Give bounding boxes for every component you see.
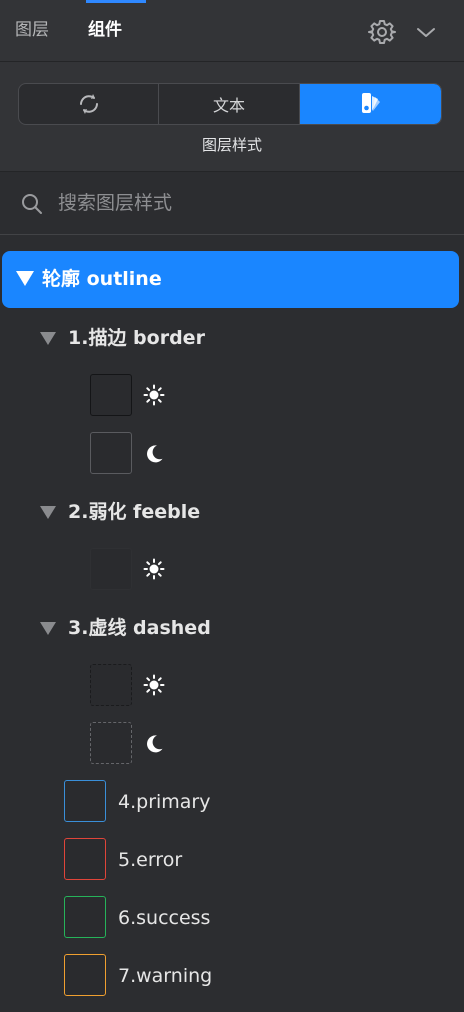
- chevron-down-icon[interactable]: [414, 20, 438, 44]
- style-item-primary[interactable]: 4.primary: [118, 790, 211, 814]
- style-swatch-border-light[interactable]: [90, 374, 132, 416]
- tab-layers[interactable]: 图层: [15, 18, 49, 42]
- tree-group-label: 2.弱化 feeble: [68, 501, 201, 523]
- tree-root-label: 轮廓 outline: [42, 268, 162, 290]
- segment-text[interactable]: 文本: [159, 84, 300, 124]
- style-swatch-success[interactable]: [64, 896, 106, 938]
- tree-root-outline[interactable]: 轮廓 outline: [2, 251, 459, 308]
- sun-icon: [143, 674, 165, 696]
- sun-icon: [143, 558, 165, 580]
- style-swatch-border-dark[interactable]: [90, 432, 132, 474]
- style-swatch-feeble-light[interactable]: [90, 548, 132, 590]
- panel-header: 图层 组件: [0, 0, 464, 62]
- search-bar: [0, 172, 464, 235]
- expand-triangle-icon[interactable]: [40, 622, 56, 635]
- moon-icon: [147, 445, 163, 463]
- expand-triangle-icon[interactable]: [16, 271, 34, 286]
- style-swatch-dashed-light[interactable]: [90, 664, 132, 706]
- tab-components[interactable]: 组件: [88, 18, 122, 42]
- active-tab-indicator: [86, 0, 146, 3]
- style-swatch-primary[interactable]: [64, 780, 106, 822]
- style-swatch-warning[interactable]: [64, 954, 106, 996]
- segment-text-label: 文本: [212, 96, 245, 115]
- style-mode-area: 文本 图层样式: [0, 62, 464, 172]
- tree-group-label: 1.描边 border: [68, 327, 205, 349]
- style-item-success[interactable]: 6.success: [118, 906, 210, 930]
- sun-icon: [143, 384, 165, 406]
- style-item-error[interactable]: 5.error: [118, 848, 182, 872]
- layer-style-icon: [361, 93, 380, 113]
- sync-icon: [79, 94, 98, 114]
- mode-segmented-control: 文本: [18, 83, 442, 125]
- mode-caption: 图层样式: [201, 136, 262, 154]
- expand-triangle-icon[interactable]: [40, 506, 56, 519]
- style-item-warning[interactable]: 7.warning: [118, 964, 212, 988]
- moon-icon: [147, 735, 163, 753]
- segment-layer-style[interactable]: [300, 84, 441, 124]
- segment-sync[interactable]: [19, 84, 159, 124]
- search-input[interactable]: [58, 186, 448, 220]
- style-swatch-dashed-dark[interactable]: [90, 722, 132, 764]
- search-icon: [22, 194, 42, 214]
- gear-icon[interactable]: [368, 18, 396, 46]
- expand-triangle-icon[interactable]: [40, 332, 56, 345]
- style-swatch-error[interactable]: [64, 838, 106, 880]
- tree-group-label: 3.虚线 dashed: [68, 617, 211, 639]
